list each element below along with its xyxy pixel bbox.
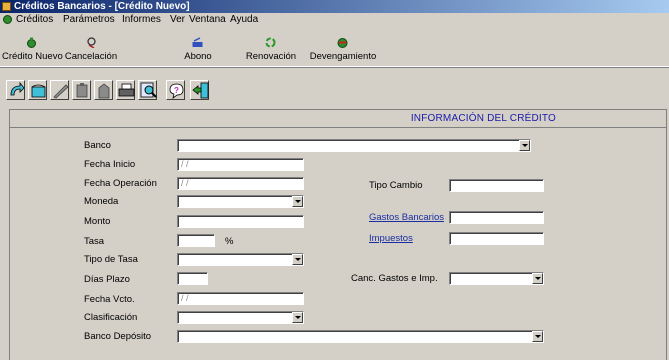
- tipo-tasa-select[interactable]: [177, 253, 304, 266]
- money-bag-icon: [27, 37, 36, 48]
- banco-select[interactable]: [177, 139, 531, 152]
- undo-button[interactable]: [6, 80, 25, 100]
- moneda-select[interactable]: [177, 195, 304, 208]
- fecha-operacion-field[interactable]: / /: [177, 177, 304, 190]
- chevron-down-icon[interactable]: [292, 312, 303, 323]
- paste-icon: [98, 83, 110, 99]
- clasificacion-select[interactable]: [177, 311, 304, 324]
- renovacion-button[interactable]: Renovación: [243, 26, 299, 66]
- chevron-down-icon[interactable]: [519, 140, 530, 151]
- copy-icon: [76, 83, 88, 98]
- open-icon: [31, 84, 46, 98]
- help-button[interactable]: ?: [166, 80, 185, 100]
- abono-button[interactable]: Abono: [179, 26, 217, 66]
- search-icon: [140, 82, 157, 98]
- dias-plazo-field[interactable]: [177, 272, 208, 285]
- edit-button[interactable]: [50, 80, 69, 100]
- section-header: INFORMACIÓN DEL CRÉDITO: [9, 109, 667, 128]
- credit-info-panel: INFORMACIÓN DEL CRÉDITO Banco Fecha Inic…: [0, 105, 669, 360]
- chevron-down-icon[interactable]: [292, 196, 303, 207]
- menu-bar: Créditos Parámetros Informes Ver Ventana…: [0, 13, 669, 26]
- svg-text:?: ?: [174, 86, 179, 95]
- print-button[interactable]: [116, 80, 135, 100]
- chevron-down-icon[interactable]: [532, 331, 543, 342]
- fecha-inicio-field[interactable]: / /: [177, 158, 304, 171]
- devengamiento-button[interactable]: Devengamiento: [308, 26, 378, 66]
- menu-parametros[interactable]: Parámetros: [63, 13, 115, 26]
- monto-label: Monto: [84, 216, 111, 227]
- print-icon: [118, 83, 135, 97]
- tasa-label: Tasa: [84, 236, 105, 247]
- tipo-cambio-label: Tipo Cambio: [369, 180, 423, 191]
- copy-button[interactable]: [72, 80, 91, 100]
- chevron-down-icon[interactable]: [532, 273, 543, 284]
- dias-plazo-label: Días Plazo: [84, 274, 130, 285]
- window-title: Créditos Bancarios - [Crédito Nuevo]: [14, 1, 190, 12]
- action-toolbar: ?: [0, 77, 669, 106]
- main-toolbar: Crédito Nuevo Cancelación Abono Renovaci…: [0, 26, 669, 67]
- accrual-icon: [337, 38, 348, 48]
- fecha-vcto-field[interactable]: / /: [177, 292, 304, 305]
- impuestos-field[interactable]: [449, 232, 544, 245]
- clasificacion-label: Clasificación: [84, 312, 138, 323]
- gastos-bancarios-field[interactable]: [449, 211, 544, 224]
- search-button[interactable]: [138, 80, 157, 100]
- banco-label: Banco: [84, 140, 111, 151]
- credit-form: Banco Fecha Inicio / / Fecha Operación /…: [9, 128, 667, 360]
- title-bar: Créditos Bancarios - [Crédito Nuevo]: [0, 0, 669, 13]
- cancelacion-button[interactable]: Cancelación: [62, 26, 120, 66]
- canc-gastos-label: Canc. Gastos e Imp.: [351, 273, 438, 284]
- exit-icon: [192, 82, 209, 99]
- banco-deposito-select[interactable]: [177, 330, 544, 343]
- fecha-operacion-label: Fecha Operación: [84, 178, 157, 189]
- open-button[interactable]: [28, 80, 47, 100]
- edit-icon: [53, 84, 69, 99]
- percent-sign: %: [225, 236, 234, 247]
- fecha-inicio-label: Fecha Inicio: [84, 159, 136, 170]
- exit-button[interactable]: [190, 80, 209, 100]
- moneda-label: Moneda: [84, 196, 119, 207]
- tipo-tasa-label: Tipo de Tasa: [84, 254, 138, 265]
- recycle-icon: [265, 37, 276, 48]
- credito-nuevo-button[interactable]: Crédito Nuevo: [2, 26, 63, 66]
- gastos-bancarios-link[interactable]: Gastos Bancarios: [369, 212, 444, 223]
- app-icon: [2, 2, 11, 11]
- menu-creditos[interactable]: Créditos: [16, 13, 53, 26]
- document-menu-icon[interactable]: [3, 15, 12, 24]
- section-title: INFORMACIÓN DEL CRÉDITO: [410, 113, 556, 124]
- tasa-field[interactable]: [177, 234, 215, 247]
- monto-field[interactable]: [177, 215, 304, 228]
- menu-ver[interactable]: Ver: [170, 13, 185, 26]
- menu-ayuda[interactable]: Ayuda: [230, 13, 258, 26]
- chevron-down-icon[interactable]: [292, 254, 303, 265]
- canc-gastos-select[interactable]: [449, 272, 544, 285]
- deposit-icon: [192, 37, 203, 47]
- fecha-vcto-label: Fecha Vcto.: [84, 294, 135, 305]
- paste-button[interactable]: [94, 80, 113, 100]
- cancel-icon: [87, 37, 96, 48]
- help-icon: ?: [169, 83, 184, 99]
- undo-icon: [10, 82, 25, 96]
- banco-deposito-label: Banco Depósito: [84, 331, 152, 342]
- menu-ventana[interactable]: Ventana: [189, 13, 226, 26]
- tipo-cambio-field[interactable]: [449, 179, 544, 192]
- impuestos-link[interactable]: Impuestos: [369, 233, 413, 244]
- menu-informes[interactable]: Informes: [122, 13, 161, 26]
